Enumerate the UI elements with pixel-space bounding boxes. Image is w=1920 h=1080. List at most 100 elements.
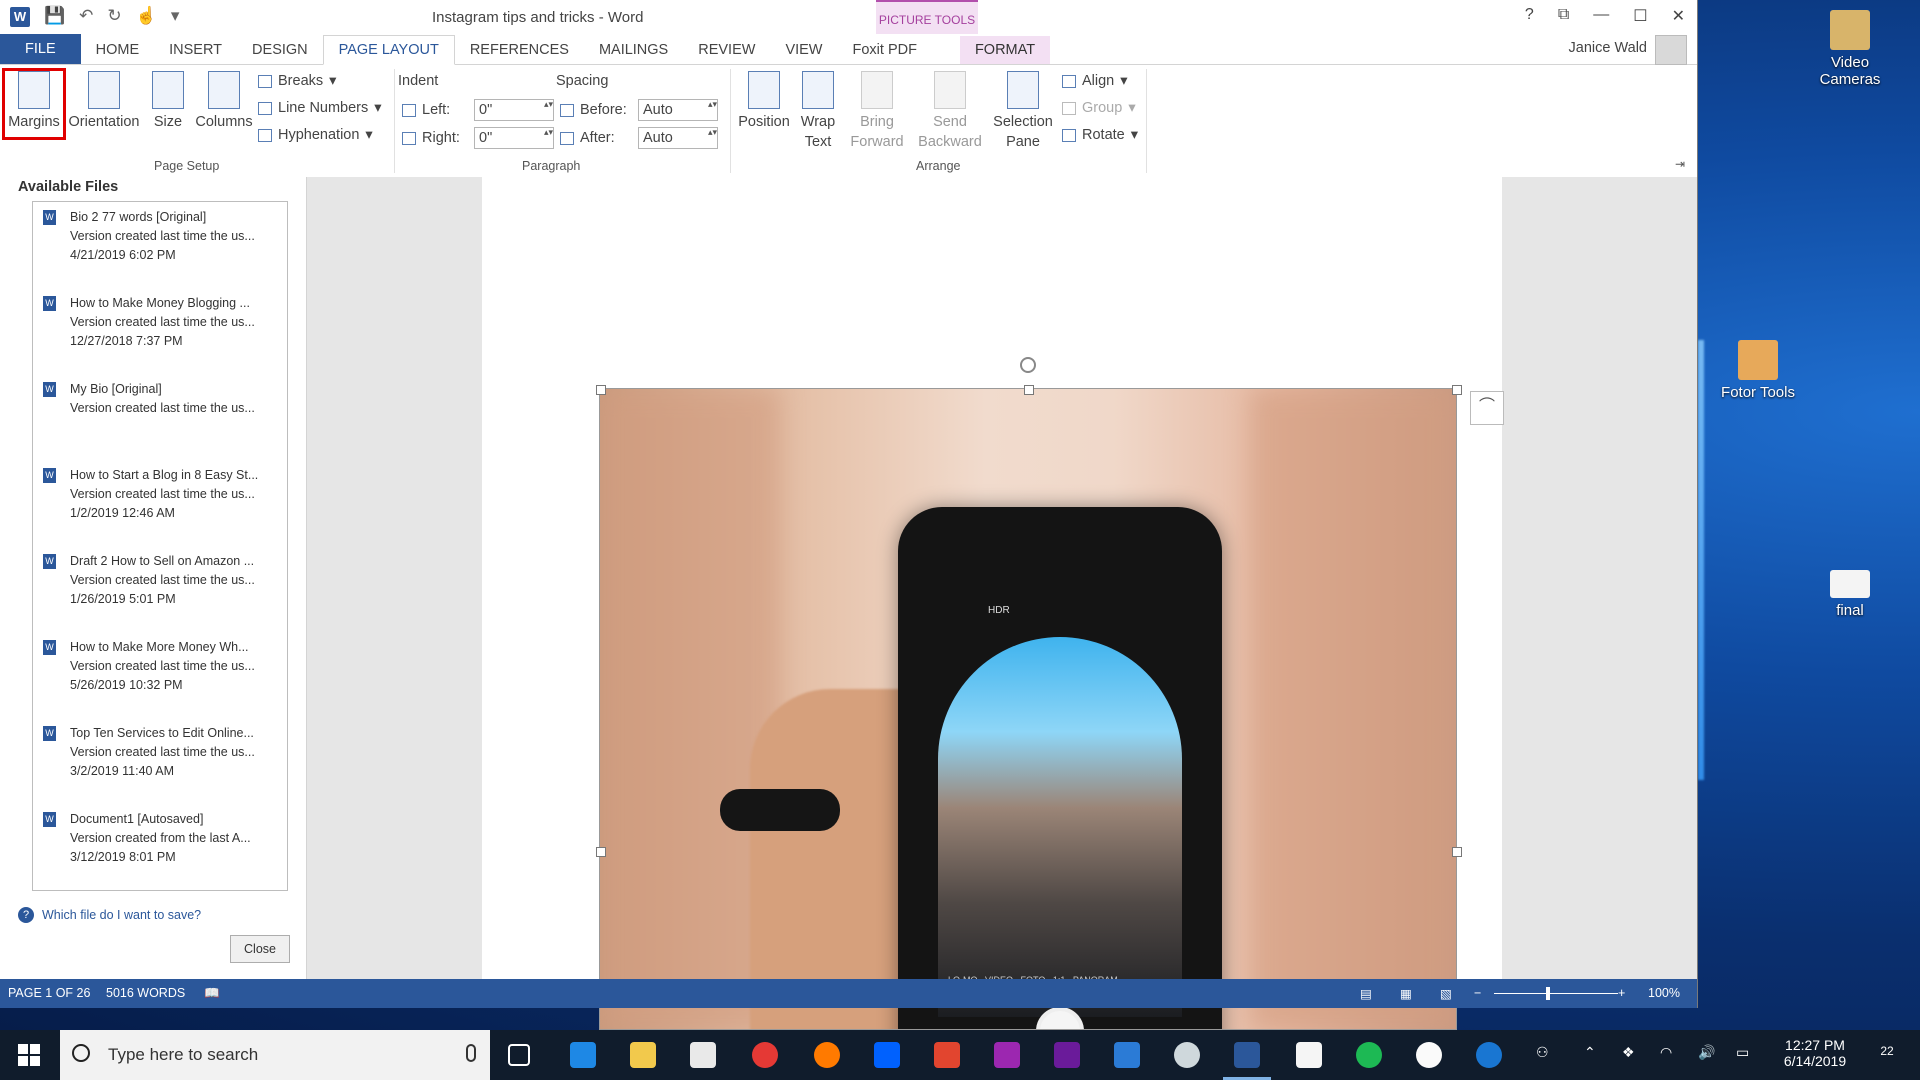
resize-handle[interactable] (596, 385, 606, 395)
resize-handle[interactable] (1024, 385, 1034, 395)
tab-review[interactable]: REVIEW (683, 36, 770, 64)
desktop-icon-video-cameras[interactable]: Video Cameras (1802, 10, 1898, 88)
close-panel-button[interactable]: Close (230, 935, 290, 963)
ribbon-display-options-icon[interactable]: ⧉ (1558, 6, 1569, 26)
list-item[interactable]: W My Bio [Original] Version created last t… (33, 374, 287, 460)
resize-handle[interactable] (1452, 847, 1462, 857)
battery-icon[interactable]: ▭ (1736, 1044, 1749, 1061)
microphone-icon[interactable] (466, 1044, 476, 1062)
redo-icon[interactable]: ↻ (107, 6, 121, 26)
hyphenation-button[interactable]: Hyphenation ▾ (258, 127, 373, 143)
tab-references[interactable]: REFERENCES (455, 36, 584, 64)
task-view-icon[interactable] (508, 1044, 530, 1066)
zoom-in-button[interactable]: + (1618, 986, 1625, 1000)
taskbar-search-box[interactable]: Type here to search (60, 1030, 490, 1080)
color-palette-icon[interactable] (994, 1042, 1020, 1068)
page-count[interactable]: PAGE 1 OF 26 (8, 986, 90, 1000)
action-center-icon[interactable]: 22 (1872, 1042, 1902, 1058)
onedrive-icon[interactable] (1114, 1042, 1140, 1068)
size-button[interactable]: Size (148, 65, 188, 132)
zoom-slider[interactable] (1494, 993, 1618, 994)
zoom-slider-thumb[interactable] (1546, 987, 1550, 1000)
position-button[interactable]: Position (734, 65, 794, 132)
desktop-icon-fotor-tools[interactable]: Fotor Tools (1710, 340, 1806, 401)
list-item[interactable]: W How to Make More Money Wh... Version cre… (33, 632, 287, 718)
paint-icon[interactable] (1174, 1042, 1200, 1068)
mail-icon[interactable] (1296, 1042, 1322, 1068)
help-app-icon[interactable] (1476, 1042, 1502, 1068)
volume-icon[interactable]: 🔊 (1698, 1044, 1715, 1061)
layout-options-icon[interactable]: ⌒ (1470, 391, 1504, 425)
tab-view[interactable]: VIEW (770, 36, 837, 64)
word-count[interactable]: 5016 WORDS (106, 986, 185, 1000)
minimize-button[interactable]: — (1593, 6, 1609, 26)
creative-app-icon[interactable] (1054, 1042, 1080, 1068)
edge-icon[interactable] (570, 1042, 596, 1068)
clock[interactable]: 12:27 PM 6/14/2019 (1774, 1037, 1856, 1069)
list-item[interactable]: W Top Ten Services to Edit Online... Versi… (33, 718, 287, 804)
tab-insert[interactable]: INSERT (154, 36, 237, 64)
photo-app-icon[interactable] (934, 1042, 960, 1068)
spotify-icon[interactable] (1356, 1042, 1382, 1068)
indent-right-input[interactable]: 0" (474, 127, 554, 149)
resize-handle[interactable] (596, 847, 606, 857)
list-item[interactable]: W Bio 2 77 words [Original] Version create… (33, 202, 287, 288)
file-explorer-icon[interactable] (630, 1042, 656, 1068)
touch-mode-icon[interactable]: ☝ (136, 6, 157, 26)
orientation-button[interactable]: Orientation (68, 65, 140, 132)
zoom-level[interactable]: 100% (1648, 986, 1680, 1000)
indent-left-input[interactable]: 0" (474, 99, 554, 121)
print-layout-icon[interactable]: ▦ (1400, 986, 1412, 1001)
wrap-text-button[interactable]: Wrap Text (794, 65, 842, 152)
dropbox-tray-icon[interactable]: ❖ (1622, 1044, 1635, 1061)
tab-file[interactable]: FILE (0, 34, 81, 64)
customize-qat-icon[interactable]: ▾ (171, 6, 180, 26)
close-button[interactable]: ✕ (1672, 6, 1685, 26)
undo-icon[interactable]: ↶ (79, 6, 93, 26)
group-button[interactable]: Group ▾ (1062, 100, 1136, 116)
bring-forward-button[interactable]: Bring Forward (844, 65, 910, 152)
help-icon[interactable]: ? (1525, 6, 1534, 26)
selection-pane-button[interactable]: Selection Pane (990, 65, 1056, 152)
zoom-out-button[interactable]: − (1474, 986, 1481, 1000)
show-hidden-icons-chevron-icon[interactable]: ⌃ (1584, 1044, 1596, 1061)
save-icon[interactable]: 💾 (44, 6, 65, 26)
user-name[interactable]: Janice Wald (1569, 40, 1647, 56)
send-backward-button[interactable]: Send Backward (912, 65, 988, 152)
collapse-ribbon-icon[interactable]: ⇥ (1675, 157, 1685, 171)
maximize-button[interactable]: ☐ (1633, 6, 1647, 26)
firefox-icon[interactable] (814, 1042, 840, 1068)
tab-design[interactable]: DESIGN (237, 36, 323, 64)
resize-handle[interactable] (1452, 385, 1462, 395)
avatar[interactable] (1655, 35, 1687, 65)
web-layout-icon[interactable]: ▧ (1440, 986, 1452, 1001)
list-item[interactable]: W How to Make Money Blogging ... Version c… (33, 288, 287, 374)
tab-page-layout[interactable]: PAGE LAYOUT (322, 35, 455, 65)
list-item[interactable]: W Document1 [Autosaved] Version created fr… (33, 804, 287, 890)
chrome-icon[interactable] (752, 1042, 778, 1068)
align-button[interactable]: Align ▾ (1062, 73, 1128, 89)
breaks-button[interactable]: Breaks ▾ (258, 73, 336, 89)
line-numbers-button[interactable]: Line Numbers ▾ (258, 100, 382, 116)
list-item[interactable]: W How to Start a Blog in 8 Easy St... Vers… (33, 460, 287, 546)
wifi-icon[interactable]: ◠ (1660, 1044, 1672, 1061)
rotate-handle-icon[interactable] (1020, 357, 1036, 373)
store-icon[interactable] (690, 1042, 716, 1068)
tab-home[interactable]: HOME (81, 36, 155, 64)
columns-button[interactable]: Columns (194, 65, 254, 132)
tab-mailings[interactable]: MAILINGS (584, 36, 683, 64)
windows-start-icon[interactable] (18, 1044, 40, 1066)
itunes-icon[interactable] (1416, 1042, 1442, 1068)
which-file-help-link[interactable]: ? Which file do I want to save? (18, 907, 201, 923)
read-mode-icon[interactable]: ▤ (1360, 986, 1372, 1001)
list-item[interactable]: W Draft 2 How to Sell on Amazon ... Versio… (33, 546, 287, 632)
selected-picture[interactable]: HDR LO-MO VIDEO FOTO 1:1 PANORAM (599, 388, 1457, 1030)
proofing-icon[interactable]: 📖 (204, 986, 220, 1001)
word-taskbar-icon[interactable] (1223, 1042, 1271, 1080)
desktop-icon-final[interactable]: final (1802, 570, 1898, 619)
rotate-button[interactable]: Rotate ▾ (1062, 127, 1138, 143)
dropbox-icon[interactable] (874, 1042, 900, 1068)
spacing-after-input[interactable]: Auto (638, 127, 718, 149)
tab-format[interactable]: FORMAT (959, 36, 1051, 64)
word-logo-icon[interactable]: W (10, 7, 30, 27)
